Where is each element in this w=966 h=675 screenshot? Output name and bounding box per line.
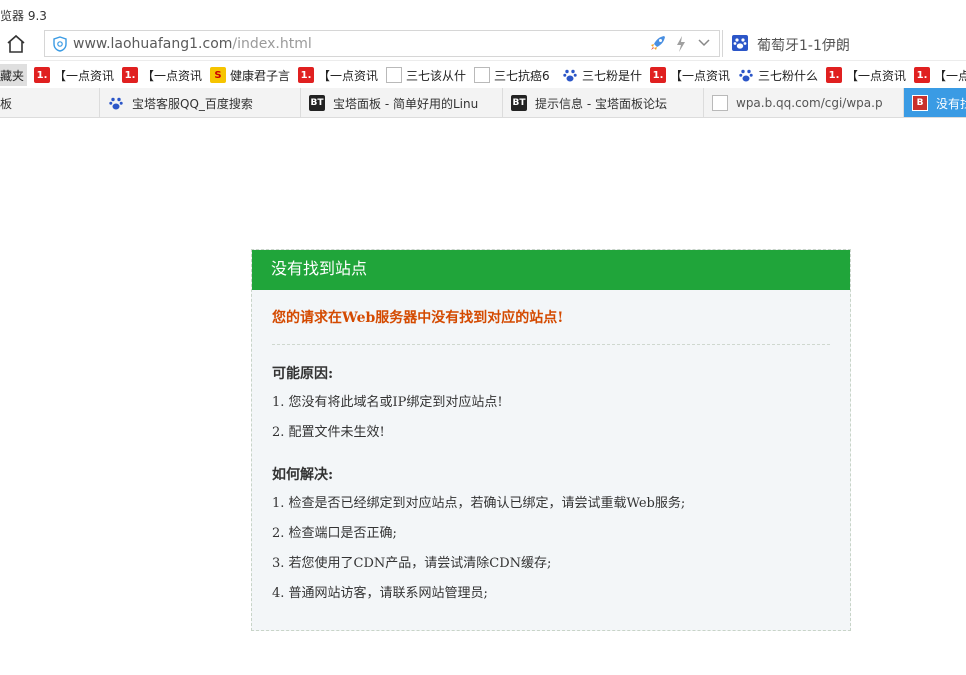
- chevron-down-icon[interactable]: [697, 37, 711, 49]
- bookmark-label: 三七粉什么: [758, 68, 819, 83]
- sohu-icon: S: [210, 67, 226, 83]
- bookmark-label: 藏夹: [0, 68, 25, 83]
- bookmark-item[interactable]: 1. 【一点资讯: [34, 65, 114, 85]
- yidian-icon: 1.: [914, 67, 930, 83]
- solutions-list: 1. 检查是否已经绑定到对应站点，若确认已绑定，请尝试重载Web服务; 2. 检…: [272, 494, 830, 604]
- list-item: 3. 若您使用了CDN产品，请尝试清除CDN缓存;: [272, 556, 552, 571]
- yidian-icon: 1.: [122, 67, 138, 83]
- home-button[interactable]: [3, 31, 29, 57]
- baidu-paw-icon: [732, 35, 748, 51]
- window-title: 览器 9.3: [0, 9, 47, 23]
- bookmark-item[interactable]: 1. 【一点: [914, 65, 966, 85]
- card-body: 您的请求在Web服务器中没有找到对应的站点! 可能原因: 1. 您没有将此域名或…: [252, 308, 850, 604]
- tab-active[interactable]: B 没有找: [904, 88, 966, 117]
- address-row: www.laohuafang1.com/index.html 葡萄牙1-1伊朗: [0, 29, 966, 59]
- yidian-icon: 1.: [650, 67, 666, 83]
- tab-item[interactable]: BT 提示信息 - 宝塔面板论坛: [503, 88, 704, 117]
- bt-icon: BT: [511, 95, 527, 111]
- bt-red-icon: B: [912, 95, 928, 111]
- divider: [272, 344, 830, 345]
- bookmark-label: 【一点资讯: [142, 68, 203, 83]
- baidu-paw-icon: [108, 95, 124, 111]
- solutions-title: 如何解决:: [272, 467, 334, 483]
- bookmark-item[interactable]: 1. 【一点资讯: [650, 65, 730, 85]
- tab-item[interactable]: BT 宝塔面板 - 简单好用的Linu: [301, 88, 503, 117]
- tab-item[interactable]: 板: [0, 88, 100, 117]
- page-icon: [474, 67, 490, 83]
- tab-label: 板: [0, 96, 13, 111]
- rocket-icon[interactable]: [649, 34, 667, 52]
- error-message: 您的请求在Web服务器中没有找到对应的站点!: [272, 310, 564, 326]
- bookmark-label: 【一点资讯: [318, 68, 379, 83]
- search-box[interactable]: 葡萄牙1-1伊朗: [722, 30, 966, 57]
- tab-label: 宝塔面板 - 简单好用的Linu: [333, 96, 479, 111]
- list-item: 4. 普通网站访客，请联系网站管理员;: [272, 586, 488, 601]
- yidian-icon: 1.: [826, 67, 842, 83]
- title-bar: 览器 9.3: [0, 0, 966, 29]
- url-host: www.laohuafang1.com: [73, 36, 233, 52]
- tab-label: wpa.b.qq.com/cgi/wpa.p: [736, 96, 883, 110]
- home-icon: [7, 34, 25, 53]
- bookmark-label: 【一点资讯: [670, 68, 731, 83]
- list-item: 1. 检查是否已经绑定到对应站点，若确认已绑定，请尝试重载Web服务;: [272, 496, 686, 511]
- bookmark-label: 三七抗癌6: [494, 68, 550, 83]
- page-icon: [386, 67, 402, 83]
- url-text[interactable]: www.laohuafang1.com/index.html: [73, 36, 312, 52]
- url-path: /index.html: [232, 36, 312, 52]
- bookmark-label: 健康君子言: [230, 68, 291, 83]
- tab-bar: 板 宝塔客服QQ_百度搜索 BT 宝塔面板 - 简单好用的Linu BT 提示信…: [0, 88, 966, 118]
- bookmarks-bar: 藏夹 1. 【一点资讯 1. 【一点资讯 S 健康君子言 1. 【一点资讯 三七…: [0, 60, 966, 88]
- bookmark-label: 【一点资讯: [846, 68, 907, 83]
- tab-label: 提示信息 - 宝塔面板论坛: [535, 96, 667, 111]
- bookmark-item[interactable]: S 健康君子言: [210, 65, 290, 85]
- page-icon: [712, 95, 728, 111]
- card-header: 没有找到站点: [252, 250, 850, 290]
- baidu-paw-icon: [562, 67, 578, 83]
- reasons-list: 1. 您没有将此域名或IP绑定到对应站点! 2. 配置文件未生效!: [272, 393, 830, 443]
- shield-icon: [53, 36, 67, 52]
- bookmark-item[interactable]: 1. 【一点资讯: [122, 65, 202, 85]
- bookmark-item[interactable]: 1. 【一点资讯: [826, 65, 906, 85]
- list-item: 2. 检查端口是否正确;: [272, 526, 397, 541]
- baidu-paw-icon: [738, 67, 754, 83]
- bookmark-label: 【一点: [934, 68, 966, 83]
- yidian-icon: 1.: [34, 67, 50, 83]
- bookmark-item[interactable]: 1. 【一点资讯: [298, 65, 378, 85]
- address-bar[interactable]: www.laohuafang1.com/index.html: [44, 30, 720, 57]
- bookmark-item[interactable]: 三七粉是什: [562, 65, 642, 85]
- list-item: 1. 您没有将此域名或IP绑定到对应站点!: [272, 395, 503, 410]
- bookmark-label: 三七该从什: [406, 68, 467, 83]
- bookmark-favorites[interactable]: 藏夹: [0, 64, 28, 86]
- bookmark-item[interactable]: 三七该从什: [386, 65, 466, 85]
- error-card: 没有找到站点 您的请求在Web服务器中没有找到对应的站点! 可能原因: 1. 您…: [251, 249, 851, 631]
- bookmark-item[interactable]: 三七粉什么: [738, 65, 818, 85]
- bookmark-label: 三七粉是什: [582, 68, 643, 83]
- tab-label: 宝塔客服QQ_百度搜索: [132, 96, 253, 111]
- tab-item[interactable]: 宝塔客服QQ_百度搜索: [100, 88, 301, 117]
- yidian-icon: 1.: [298, 67, 314, 83]
- tab-item[interactable]: wpa.b.qq.com/cgi/wpa.p: [704, 88, 904, 117]
- reasons-title: 可能原因:: [272, 366, 334, 382]
- tab-label: 没有找: [936, 96, 966, 111]
- list-item: 2. 配置文件未生效!: [272, 425, 385, 440]
- bookmark-label: 【一点资讯: [54, 68, 115, 83]
- bookmark-item[interactable]: 三七抗癌6: [474, 65, 550, 85]
- search-text: 葡萄牙1-1伊朗: [757, 38, 850, 54]
- lightning-icon[interactable]: [675, 35, 687, 53]
- bt-icon: BT: [309, 95, 325, 111]
